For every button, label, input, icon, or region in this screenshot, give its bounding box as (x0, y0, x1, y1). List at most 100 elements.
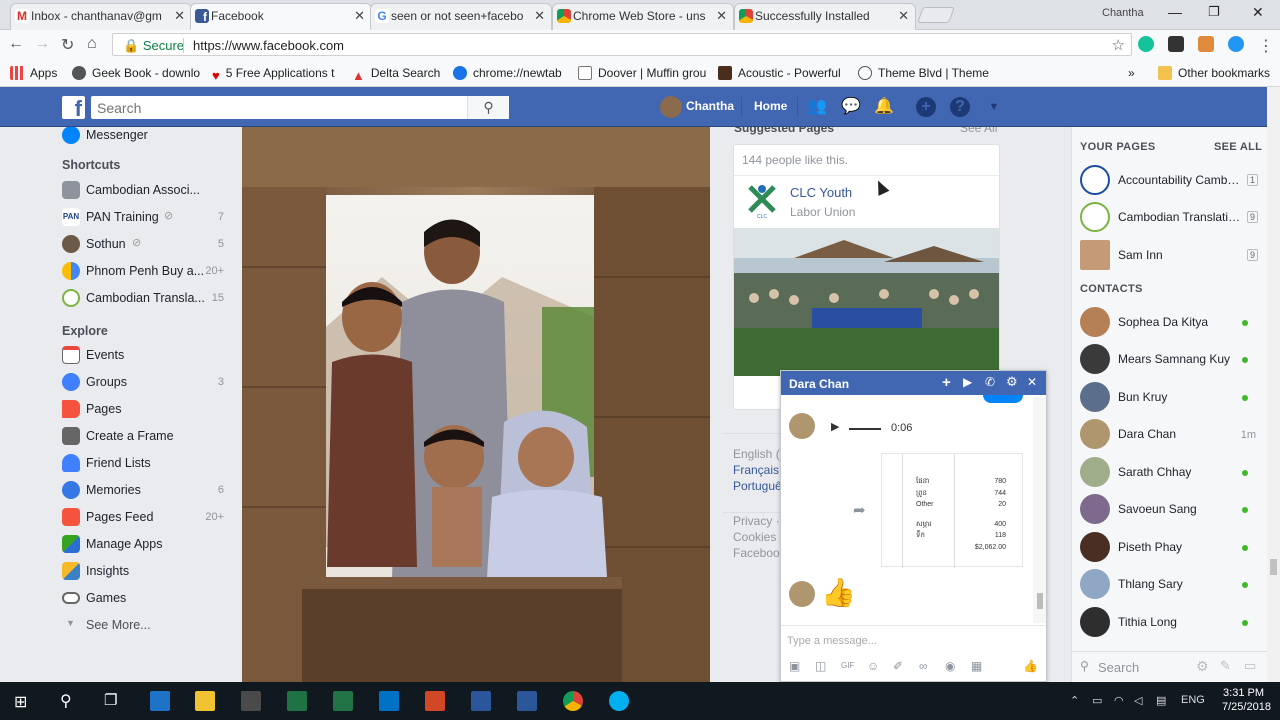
tab-gmail[interactable]: M Inbox - chanthanav@gm ✕ (10, 3, 192, 30)
menu-icon[interactable]: ⋮ (1258, 36, 1274, 56)
close-icon[interactable]: ✕ (534, 4, 545, 28)
other-bookmarks[interactable]: Other bookmarks (1158, 66, 1270, 80)
forward-icon[interactable]: → (34, 35, 50, 53)
chat-options-icon[interactable]: ▭ (1244, 658, 1256, 674)
sticker-icon[interactable]: ◫ (815, 659, 826, 673)
search-icon[interactable]: ⚲ (60, 691, 72, 711)
close-icon[interactable]: ✕ (716, 4, 727, 28)
windows-start-icon[interactable]: ⊞ (14, 692, 27, 712)
url-text[interactable]: https://www.facebook.com (193, 38, 344, 53)
bookmark-themeblvd[interactable]: Theme Blvd | Theme (858, 66, 989, 80)
extension-icon[interactable] (1168, 36, 1184, 52)
page-cover-photo[interactable] (734, 228, 999, 376)
sidebar-search-input[interactable]: Search (1098, 660, 1139, 675)
bookmark-doover[interactable]: Doover | Muffin grou (578, 66, 706, 80)
page-name-link[interactable]: CLC Youth (790, 185, 852, 200)
notifications-icon[interactable]: 🔔 (874, 97, 894, 117)
new-tab-button[interactable] (917, 7, 955, 23)
contact-item[interactable]: Thlang Sary (1080, 569, 1262, 601)
reload-icon[interactable]: ↻ (61, 35, 74, 55)
compose-icon[interactable]: ✎ (1220, 658, 1231, 674)
window-close-icon[interactable]: ✕ (1252, 4, 1264, 21)
secure-indicator[interactable]: 🔒 Secure (123, 38, 184, 54)
sidebar-item-pages-feed[interactable]: Pages Feed 20+ (62, 505, 232, 527)
profile-link[interactable]: Chantha (686, 99, 734, 113)
help-icon[interactable]: ? (950, 97, 970, 117)
store-icon[interactable] (241, 691, 261, 711)
sidebar-item-events[interactable]: Events (62, 343, 232, 365)
gear-icon[interactable]: ⚙ (1196, 658, 1209, 675)
sidebar-item-insights[interactable]: Insights (62, 559, 232, 581)
language-link[interactable]: Portuguê (733, 478, 782, 494)
powerpoint-icon[interactable] (425, 691, 445, 711)
messenger-icon[interactable]: 💬 (841, 97, 861, 117)
audio-message[interactable]: ▶ 0:06 (821, 417, 929, 441)
volume-icon[interactable]: ◁ (1134, 694, 1142, 707)
bookmark-star-icon[interactable]: ☆ (1112, 36, 1125, 54)
chat-scrollbar[interactable] (1033, 397, 1046, 623)
friend-requests-icon[interactable]: 👥 (807, 97, 827, 117)
account-menu-icon[interactable]: ▼ (984, 97, 1004, 117)
see-more-link[interactable]: ▼ See More... (62, 613, 232, 635)
share-arrow-icon[interactable]: ➦ (853, 501, 866, 519)
chat-header[interactable]: Dara Chan + ▶ ✆ ⚙ ✕ (781, 371, 1046, 395)
audio-progress-bar[interactable] (849, 428, 881, 430)
page-scrollbar-thumb[interactable] (1270, 559, 1277, 575)
close-icon[interactable]: ✕ (1027, 375, 1037, 389)
gif-icon[interactable]: GIF (841, 661, 854, 670)
phone-icon[interactable]: ✆ (985, 375, 995, 389)
tray-chevron-icon[interactable]: ⌃ (1070, 694, 1079, 707)
sidebar-item-groups[interactable]: Groups 3 (62, 370, 232, 392)
bookmark-geekbook[interactable]: Geek Book - downlo (72, 66, 200, 80)
privacy-link[interactable]: Privacy · (733, 513, 780, 529)
link-icon[interactable]: ∞ (919, 659, 928, 673)
close-icon[interactable]: ✕ (898, 4, 909, 28)
facebook-link[interactable]: Faceboo (733, 545, 780, 561)
see-all-link[interactable]: SEE ALL (1214, 141, 1262, 153)
avatar[interactable] (660, 96, 682, 118)
battery-icon[interactable]: ▭ (1092, 694, 1102, 707)
sidebar-item-shortcut[interactable]: Cambodian Associ... (62, 178, 232, 200)
attachment-icon[interactable]: ✐ (893, 659, 903, 673)
excel-icon[interactable] (287, 691, 307, 711)
sidebar-item-messenger[interactable]: Messenger (62, 127, 232, 145)
skype-icon[interactable] (609, 691, 629, 711)
outlook-icon[interactable] (379, 691, 399, 711)
sidebar-item-shortcut[interactable]: PAN PAN Training ⊘ 7 (62, 205, 232, 227)
maximize-icon[interactable]: ❐ (1208, 4, 1220, 20)
edge-icon[interactable] (150, 691, 170, 711)
contact-item[interactable]: Piseth Phay (1080, 532, 1262, 564)
visio-icon[interactable] (471, 691, 491, 711)
contact-item[interactable]: Sarath Chhay (1080, 457, 1262, 489)
language-link[interactable]: English ( (733, 446, 782, 462)
bookmark-free-apps[interactable]: ♥ 5 Free Applications t (212, 66, 334, 83)
word-icon[interactable] (517, 691, 537, 711)
create-icon[interactable]: + (916, 97, 936, 117)
cookies-link[interactable]: Cookies (733, 529, 780, 545)
bookmarks-overflow-icon[interactable]: » (1128, 66, 1135, 80)
contact-item[interactable]: Bun Kruy (1080, 382, 1262, 414)
sidebar-search[interactable]: ⚲ Search ⚙ ✎ ▭ (1072, 651, 1267, 682)
sidebar-item-create-frame[interactable]: Create a Frame (62, 424, 232, 446)
tab-successfully-installed[interactable]: Successfully Installed ✕ (734, 3, 916, 30)
bookmark-delta-search[interactable]: ▲ Delta Search (352, 66, 440, 83)
sidebar-item-manage-apps[interactable]: Manage Apps (62, 532, 232, 554)
publisher-icon[interactable] (333, 691, 353, 711)
emoji-icon[interactable]: ☺ (867, 659, 879, 673)
close-icon[interactable]: ✕ (174, 4, 185, 28)
gear-icon[interactable]: ⚙ (1006, 374, 1018, 390)
bookmark-acoustic[interactable]: Acoustic - Powerful (718, 66, 841, 80)
wifi-icon[interactable]: ◠ (1114, 694, 1124, 707)
extension-icon[interactable] (1228, 36, 1244, 52)
facebook-search[interactable]: ⚲ (91, 96, 509, 119)
grammarly-extension-icon[interactable] (1138, 36, 1154, 52)
chat-scrollbar-thumb[interactable] (1037, 593, 1043, 609)
clc-logo-icon[interactable]: CLC (746, 183, 778, 220)
profile-name[interactable]: Chantha (1102, 7, 1144, 19)
sidebar-item-friend-lists[interactable]: Friend Lists (62, 451, 232, 473)
post-photo[interactable] (242, 127, 710, 682)
contact-item[interactable]: Mears Samnang Kuy (1080, 344, 1262, 376)
like-button-icon[interactable]: 👍 (1023, 659, 1038, 673)
facebook-logo[interactable]: f (62, 96, 85, 121)
add-people-icon[interactable]: + (942, 374, 951, 391)
